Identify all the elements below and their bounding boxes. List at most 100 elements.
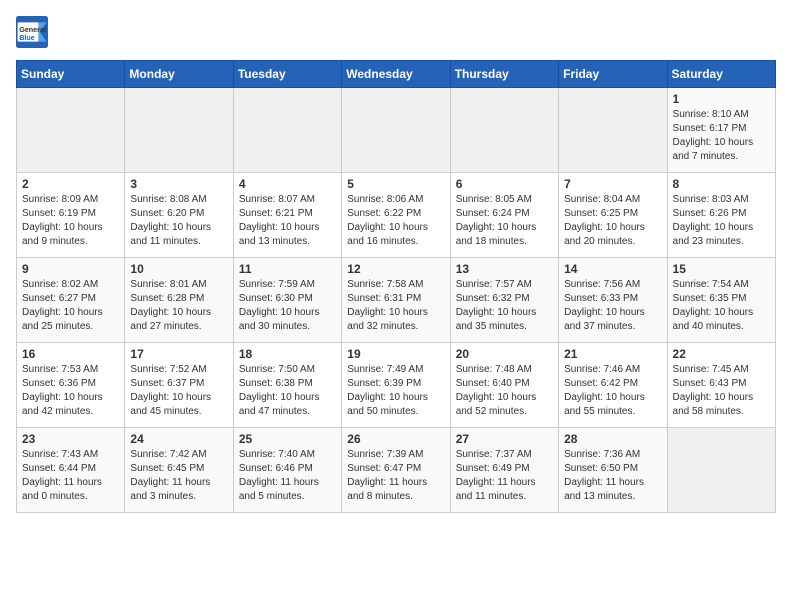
logo-icon: General Blue bbox=[16, 16, 48, 48]
day-info: Sunrise: 8:08 AM Sunset: 6:20 PM Dayligh… bbox=[130, 193, 227, 249]
calendar-cell: 11 Sunrise: 7:59 AM Sunset: 6:30 PM Dayli… bbox=[233, 258, 341, 343]
day-info: Sunrise: 7:37 AM Sunset: 6:49 PM Dayligh… bbox=[456, 448, 553, 504]
calendar-cell: 21 Sunrise: 7:46 AM Sunset: 6:42 PM Dayli… bbox=[559, 343, 667, 428]
calendar-cell bbox=[450, 88, 558, 173]
calendar-cell: 5 Sunrise: 8:06 AM Sunset: 6:22 PM Daylig… bbox=[342, 173, 450, 258]
day-info: Sunrise: 8:02 AM Sunset: 6:27 PM Dayligh… bbox=[22, 278, 119, 334]
weekday-header-friday: Friday bbox=[559, 61, 667, 88]
day-number: 11 bbox=[239, 262, 336, 276]
calendar-cell: 6 Sunrise: 8:05 AM Sunset: 6:24 PM Daylig… bbox=[450, 173, 558, 258]
day-info: Sunrise: 8:10 AM Sunset: 6:17 PM Dayligh… bbox=[673, 108, 770, 164]
day-info: Sunrise: 8:01 AM Sunset: 6:28 PM Dayligh… bbox=[130, 278, 227, 334]
day-info: Sunrise: 7:54 AM Sunset: 6:35 PM Dayligh… bbox=[673, 278, 770, 334]
weekday-header-saturday: Saturday bbox=[667, 61, 775, 88]
day-info: Sunrise: 8:07 AM Sunset: 6:21 PM Dayligh… bbox=[239, 193, 336, 249]
day-number: 15 bbox=[673, 262, 770, 276]
calendar-cell bbox=[125, 88, 233, 173]
day-number: 27 bbox=[456, 432, 553, 446]
day-number: 5 bbox=[347, 177, 444, 191]
day-number: 10 bbox=[130, 262, 227, 276]
day-info: Sunrise: 7:52 AM Sunset: 6:37 PM Dayligh… bbox=[130, 363, 227, 419]
calendar-cell: 8 Sunrise: 8:03 AM Sunset: 6:26 PM Daylig… bbox=[667, 173, 775, 258]
calendar-cell: 20 Sunrise: 7:48 AM Sunset: 6:40 PM Dayli… bbox=[450, 343, 558, 428]
day-info: Sunrise: 7:59 AM Sunset: 6:30 PM Dayligh… bbox=[239, 278, 336, 334]
day-info: Sunrise: 7:56 AM Sunset: 6:33 PM Dayligh… bbox=[564, 278, 661, 334]
calendar-cell: 22 Sunrise: 7:45 AM Sunset: 6:43 PM Dayli… bbox=[667, 343, 775, 428]
calendar-cell: 3 Sunrise: 8:08 AM Sunset: 6:20 PM Daylig… bbox=[125, 173, 233, 258]
calendar-cell: 13 Sunrise: 7:57 AM Sunset: 6:32 PM Dayli… bbox=[450, 258, 558, 343]
weekday-header-thursday: Thursday bbox=[450, 61, 558, 88]
day-info: Sunrise: 7:43 AM Sunset: 6:44 PM Dayligh… bbox=[22, 448, 119, 504]
day-info: Sunrise: 7:36 AM Sunset: 6:50 PM Dayligh… bbox=[564, 448, 661, 504]
day-info: Sunrise: 7:57 AM Sunset: 6:32 PM Dayligh… bbox=[456, 278, 553, 334]
day-number: 7 bbox=[564, 177, 661, 191]
day-number: 3 bbox=[130, 177, 227, 191]
calendar-cell: 24 Sunrise: 7:42 AM Sunset: 6:45 PM Dayli… bbox=[125, 428, 233, 513]
day-number: 12 bbox=[347, 262, 444, 276]
day-info: Sunrise: 8:05 AM Sunset: 6:24 PM Dayligh… bbox=[456, 193, 553, 249]
calendar-cell: 2 Sunrise: 8:09 AM Sunset: 6:19 PM Daylig… bbox=[17, 173, 125, 258]
calendar-cell bbox=[559, 88, 667, 173]
calendar-cell: 4Sunrise: 8:07 AM Sunset: 6:21 PM Daylig… bbox=[233, 173, 341, 258]
day-number: 28 bbox=[564, 432, 661, 446]
day-info: Sunrise: 8:06 AM Sunset: 6:22 PM Dayligh… bbox=[347, 193, 444, 249]
day-number: 22 bbox=[673, 347, 770, 361]
calendar-cell: 23 Sunrise: 7:43 AM Sunset: 6:44 PM Dayli… bbox=[17, 428, 125, 513]
calendar-cell: 25Sunrise: 7:40 AM Sunset: 6:46 PM Dayli… bbox=[233, 428, 341, 513]
calendar-cell: 17Sunrise: 7:52 AM Sunset: 6:37 PM Dayli… bbox=[125, 343, 233, 428]
calendar-cell bbox=[17, 88, 125, 173]
weekday-header-monday: Monday bbox=[125, 61, 233, 88]
calendar-cell: 18 Sunrise: 7:50 AM Sunset: 6:38 PM Dayli… bbox=[233, 343, 341, 428]
calendar-cell bbox=[233, 88, 341, 173]
calendar-cell bbox=[342, 88, 450, 173]
day-info: Sunrise: 7:53 AM Sunset: 6:36 PM Dayligh… bbox=[22, 363, 119, 419]
calendar-cell: 7 Sunrise: 8:04 AM Sunset: 6:25 PM Daylig… bbox=[559, 173, 667, 258]
day-number: 25 bbox=[239, 432, 336, 446]
calendar-cell: 14 Sunrise: 7:56 AM Sunset: 6:33 PM Dayli… bbox=[559, 258, 667, 343]
day-number: 20 bbox=[456, 347, 553, 361]
svg-text:Blue: Blue bbox=[19, 33, 35, 42]
calendar-cell: 28 Sunrise: 7:36 AM Sunset: 6:50 PM Dayli… bbox=[559, 428, 667, 513]
page-header: General Blue bbox=[16, 16, 776, 48]
day-info: Sunrise: 7:49 AM Sunset: 6:39 PM Dayligh… bbox=[347, 363, 444, 419]
calendar-cell: 27 Sunrise: 7:37 AM Sunset: 6:49 PM Dayli… bbox=[450, 428, 558, 513]
calendar-cell: 26 Sunrise: 7:39 AM Sunset: 6:47 PM Dayli… bbox=[342, 428, 450, 513]
day-info: Sunrise: 7:46 AM Sunset: 6:42 PM Dayligh… bbox=[564, 363, 661, 419]
day-info: Sunrise: 8:04 AM Sunset: 6:25 PM Dayligh… bbox=[564, 193, 661, 249]
day-number: 23 bbox=[22, 432, 119, 446]
calendar-cell: 12 Sunrise: 7:58 AM Sunset: 6:31 PM Dayli… bbox=[342, 258, 450, 343]
day-number: 1 bbox=[673, 92, 770, 106]
calendar-cell: 9 Sunrise: 8:02 AM Sunset: 6:27 PM Daylig… bbox=[17, 258, 125, 343]
day-number: 24 bbox=[130, 432, 227, 446]
day-number: 2 bbox=[22, 177, 119, 191]
day-info: Sunrise: 7:42 AM Sunset: 6:45 PM Dayligh… bbox=[130, 448, 227, 504]
weekday-header-sunday: Sunday bbox=[17, 61, 125, 88]
day-number: 13 bbox=[456, 262, 553, 276]
weekday-header-tuesday: Tuesday bbox=[233, 61, 341, 88]
calendar-cell bbox=[667, 428, 775, 513]
calendar-cell: 15 Sunrise: 7:54 AM Sunset: 6:35 PM Dayli… bbox=[667, 258, 775, 343]
logo: General Blue bbox=[16, 16, 52, 48]
calendar-cell: 1 Sunrise: 8:10 AM Sunset: 6:17 PM Daylig… bbox=[667, 88, 775, 173]
day-info: Sunrise: 7:45 AM Sunset: 6:43 PM Dayligh… bbox=[673, 363, 770, 419]
calendar-cell: 10 Sunrise: 8:01 AM Sunset: 6:28 PM Dayli… bbox=[125, 258, 233, 343]
day-number: 8 bbox=[673, 177, 770, 191]
day-number: 14 bbox=[564, 262, 661, 276]
day-number: 18 bbox=[239, 347, 336, 361]
calendar-cell: 16 Sunrise: 7:53 AM Sunset: 6:36 PM Dayli… bbox=[17, 343, 125, 428]
day-info: Sunrise: 8:03 AM Sunset: 6:26 PM Dayligh… bbox=[673, 193, 770, 249]
calendar-table: SundayMondayTuesdayWednesdayThursdayFrid… bbox=[16, 60, 776, 513]
day-number: 26 bbox=[347, 432, 444, 446]
calendar-cell: 19 Sunrise: 7:49 AM Sunset: 6:39 PM Dayli… bbox=[342, 343, 450, 428]
day-number: 9 bbox=[22, 262, 119, 276]
day-info: Sunrise: 7:58 AM Sunset: 6:31 PM Dayligh… bbox=[347, 278, 444, 334]
day-number: 16 bbox=[22, 347, 119, 361]
day-info: Sunrise: 7:50 AM Sunset: 6:38 PM Dayligh… bbox=[239, 363, 336, 419]
day-number: 19 bbox=[347, 347, 444, 361]
day-info: Sunrise: 7:48 AM Sunset: 6:40 PM Dayligh… bbox=[456, 363, 553, 419]
weekday-header-wednesday: Wednesday bbox=[342, 61, 450, 88]
day-info: Sunrise: 8:09 AM Sunset: 6:19 PM Dayligh… bbox=[22, 193, 119, 249]
day-number: 6 bbox=[456, 177, 553, 191]
day-info: Sunrise: 7:39 AM Sunset: 6:47 PM Dayligh… bbox=[347, 448, 444, 504]
day-number: 21 bbox=[564, 347, 661, 361]
